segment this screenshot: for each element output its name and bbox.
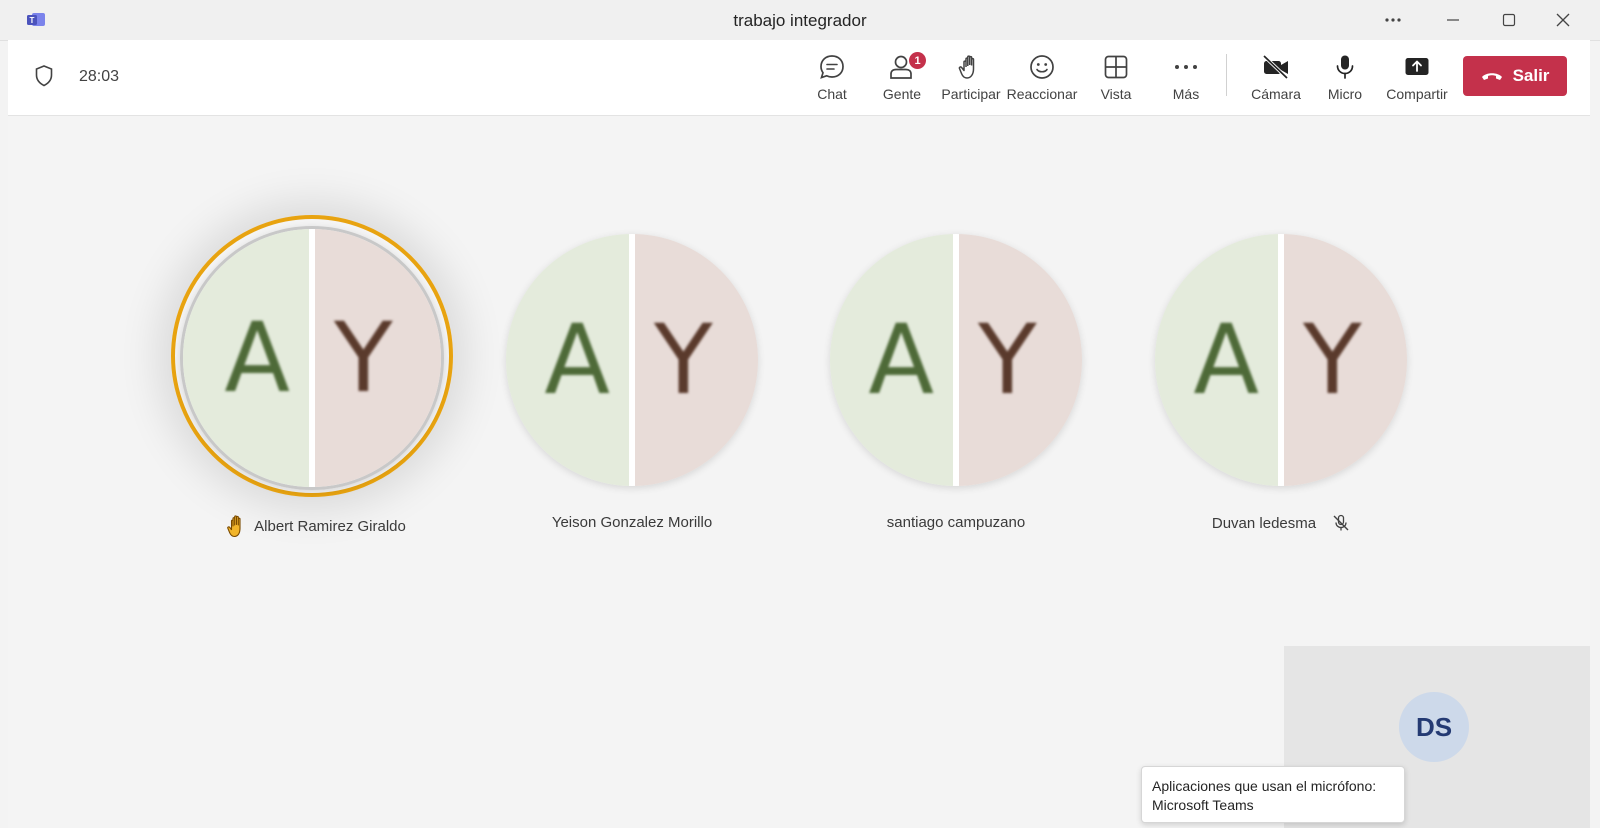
meeting-timer: 28:03 — [79, 68, 120, 85]
people-button[interactable]: 1 Gente — [874, 48, 930, 110]
participant-name: Duvan ledesma — [1211, 514, 1317, 532]
close-button[interactable] — [1540, 6, 1586, 34]
maximize-icon — [1502, 13, 1516, 27]
raise-hand-button[interactable]: Participar — [936, 48, 1006, 110]
avatar-initial-left: A — [544, 304, 610, 416]
title-bar: T trabajo integrador — [0, 0, 1600, 41]
avatar-initial-left: A — [1193, 304, 1259, 416]
avatar-initial-right: Y — [1303, 304, 1362, 416]
react-button[interactable]: Reaccionar — [1006, 48, 1078, 110]
participant-name-row: santiago campuzano — [806, 514, 1106, 531]
tooltip-line-1: Aplicaciones que usan el micrófono: — [1152, 778, 1377, 794]
tooltip-line-2: Microsoft Teams — [1152, 797, 1254, 813]
raise-hand-label: Participar — [941, 86, 1001, 102]
participant-avatar: A Y — [180, 226, 444, 490]
minimize-icon — [1447, 19, 1459, 21]
participant-name-row: Albert Ramirez Giraldo — [166, 514, 466, 538]
meeting-stage: A Y Albert Ramirez Giraldo A Y Yeison Go… — [8, 116, 1590, 828]
people-count-badge: 1 — [909, 52, 926, 69]
participant-name: santiago campuzano — [886, 514, 1026, 531]
toolbar-divider — [1226, 54, 1227, 96]
raise-hand-icon — [958, 55, 975, 79]
share-button[interactable]: Compartir — [1382, 48, 1452, 110]
teams-meeting-window: T trabajo integrador 28:03 Chat 1 Gente … — [0, 0, 1600, 828]
camera-button[interactable]: Cámara — [1246, 48, 1306, 110]
participant-avatar: A Y — [830, 234, 1082, 486]
meeting-toolbar: 28:03 Chat 1 Gente Participar Reaccionar… — [8, 40, 1590, 116]
maximize-button[interactable] — [1486, 6, 1532, 34]
more-ellipsis-icon — [1175, 65, 1197, 69]
view-label: Vista — [1100, 86, 1132, 102]
mic-button[interactable]: Micro — [1318, 48, 1372, 110]
share-screen-icon — [1405, 58, 1429, 75]
close-icon — [1556, 13, 1570, 27]
camera-label: Cámara — [1251, 86, 1301, 102]
hang-up-icon — [1481, 73, 1502, 80]
leave-button[interactable]: Salir — [1463, 56, 1567, 96]
participant-name: Yeison Gonzalez Morillo — [551, 514, 713, 531]
avatar-initial-left: A — [224, 302, 290, 414]
participant-tile[interactable]: A Y Albert Ramirez Giraldo — [166, 215, 466, 538]
ellipsis-icon — [1385, 18, 1401, 22]
view-button[interactable]: Vista — [1088, 48, 1144, 110]
participant-tile[interactable]: A Y Duvan ledesma — [1131, 216, 1431, 536]
share-label: Compartir — [1386, 86, 1448, 102]
participant-name-row: Duvan ledesma — [1131, 514, 1431, 532]
more-label: Más — [1172, 86, 1200, 102]
mic-label: Micro — [1327, 86, 1363, 102]
participant-avatar: A Y — [1155, 234, 1407, 486]
avatar-initial-right: Y — [654, 304, 713, 416]
raised-hand-icon — [227, 515, 241, 538]
grid-view-icon — [1104, 55, 1128, 79]
react-label: Reaccionar — [1006, 86, 1078, 102]
avatar-initial-left: A — [868, 304, 934, 416]
shield-icon[interactable] — [35, 65, 53, 87]
chat-icon — [820, 55, 844, 79]
more-button[interactable]: Más — [1158, 48, 1214, 110]
smiley-icon — [1030, 55, 1054, 79]
participant-avatar: A Y — [506, 234, 758, 486]
window-title: trabajo integrador — [733, 11, 867, 30]
avatar-initial-right: Y — [334, 302, 393, 414]
participant-name-row: Yeison Gonzalez Morillo — [482, 514, 782, 531]
window-more-button[interactable] — [1370, 6, 1416, 34]
avatar-initial-right: Y — [978, 304, 1037, 416]
participant-tile[interactable]: A Y santiago campuzano — [806, 216, 1106, 536]
participant-name: Albert Ramirez Giraldo — [254, 517, 406, 535]
people-label: Gente — [882, 86, 922, 102]
leave-label: Salir — [1512, 66, 1550, 85]
microphone-usage-tooltip: Aplicaciones que usan el micrófono: Micr… — [1141, 766, 1405, 823]
mic-muted-icon — [1333, 514, 1349, 531]
microphone-icon — [1336, 55, 1354, 79]
self-avatar: DS — [1399, 692, 1469, 762]
minimize-button[interactable] — [1430, 6, 1476, 34]
chat-button[interactable]: Chat — [804, 48, 860, 110]
camera-off-icon — [1262, 54, 1289, 80]
chat-label: Chat — [817, 86, 847, 102]
participant-tile[interactable]: A Y Yeison Gonzalez Morillo — [482, 216, 782, 536]
